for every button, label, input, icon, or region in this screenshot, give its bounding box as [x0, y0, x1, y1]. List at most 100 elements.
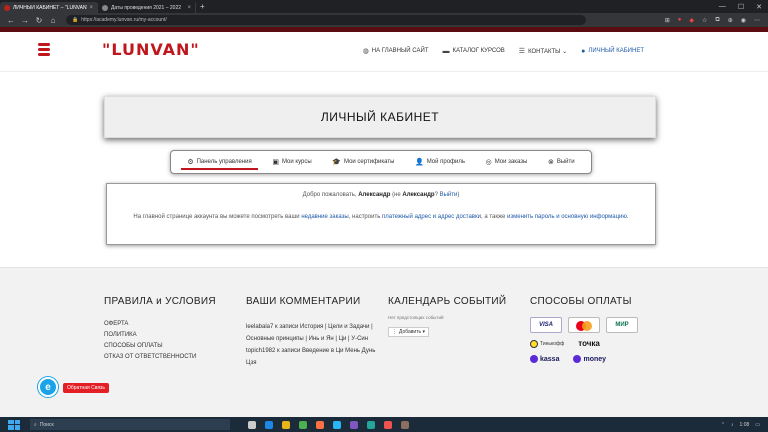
extension-icon[interactable]: ● — [678, 17, 682, 24]
tinkoff-logo: Тинькофф — [530, 339, 564, 348]
money-icon — [573, 355, 582, 363]
nav-contacts[interactable]: ☰ КОНТАКТЫ ⌄ — [519, 47, 567, 55]
tab-my-profile[interactable]: 👤 Мой профиль — [415, 151, 465, 173]
comment-item[interactable]: leelabala7 к записи История | Цели и Зад… — [246, 321, 376, 345]
close-icon[interactable]: × — [187, 5, 191, 11]
close-icon[interactable]: × — [89, 5, 93, 11]
footer-link-policy[interactable]: ПОЛИТИКА — [104, 332, 216, 338]
recent-orders-link[interactable]: недавние заказы — [301, 214, 348, 220]
calendar-add-button[interactable]: ⋮ Добавить ▾ — [388, 327, 429, 337]
taskbar-search[interactable]: ⌕ Поиск — [30, 419, 230, 430]
task-view-icon[interactable] — [248, 420, 256, 429]
home-icon[interactable]: ⌂ — [46, 16, 60, 25]
tab-my-certificates[interactable]: 🎓 Мои сертификаты — [332, 151, 394, 173]
tab-my-courses[interactable]: ▣ Мои курсы — [272, 151, 311, 173]
minimize-icon[interactable]: — — [719, 3, 726, 11]
new-tab-icon[interactable]: + — [200, 2, 205, 11]
extensions: ⊞ ● ◆ ☆ ⧉ ⊕ ◉ ⋯ — [665, 17, 764, 24]
app-icon[interactable] — [401, 420, 409, 429]
addresses-link[interactable]: платежный адрес и адрес доставки — [382, 214, 481, 220]
clock[interactable]: 1:08 — [740, 422, 750, 428]
monitor-icon: ▣ — [272, 159, 279, 166]
browser-toolbar: ← → ↻ ⌂ 🔒 https://academy.lunvan.ru/my-a… — [0, 13, 768, 27]
app-icon[interactable] — [350, 420, 358, 429]
footer-heading: ПРАВИЛА и УСЛОВИЯ — [104, 296, 216, 307]
nav-label: ЛИЧНЫЙ КАБИНЕТ — [588, 48, 644, 54]
app-icon[interactable] — [316, 420, 324, 429]
explorer-icon[interactable] — [282, 420, 290, 429]
forward-icon[interactable]: → — [18, 16, 32, 25]
nav-personal-account[interactable]: ● ЛИЧНЫЙ КАБИНЕТ — [581, 47, 644, 55]
footer-calendar: КАЛЕНДАРЬ СОБЫТИЙ Нет предстоящих событи… — [388, 296, 506, 338]
calendar-feed-icon: ⋮ — [392, 329, 397, 335]
tab-label: Мои сертификаты — [344, 159, 395, 165]
tab-label: Панель управления — [196, 159, 252, 165]
tab-label: Даты проведения 2021 – 2022 — [111, 4, 182, 11]
menu-icon[interactable]: ⋯ — [754, 17, 760, 24]
footer-heading: КАЛЕНДАРЬ СОБЫТИЙ — [388, 296, 507, 307]
mastercard-logo — [568, 317, 600, 333]
kassa-icon — [530, 355, 538, 363]
logout-link[interactable]: Выйти — [440, 192, 458, 198]
volume-icon[interactable]: ♪ — [731, 422, 734, 428]
tab-my-orders[interactable]: ◎ Мои заказы — [486, 151, 528, 173]
footer-link-offer[interactable]: ОФЕРТА — [104, 321, 216, 327]
page-favicon-icon — [102, 4, 108, 11]
close-window-icon[interactable]: ✕ — [756, 3, 762, 11]
maximize-icon[interactable]: ☐ — [738, 3, 744, 11]
payment-banks: Тинькофф точка — [530, 339, 638, 348]
edit-account-link[interactable]: изменить пароль и основную информацию — [507, 214, 627, 220]
hamburger-menu-icon[interactable] — [38, 43, 50, 59]
notifications-icon[interactable]: ▭ — [755, 422, 760, 428]
collections-icon[interactable]: ⧉ — [715, 17, 719, 24]
taskbar-apps — [248, 420, 409, 429]
list-icon: ☰ — [518, 48, 526, 55]
nav-main-site[interactable]: ◍ НА ГЛАВНЫЙ САЙТ — [363, 47, 429, 55]
browser-tab-bar: ЛИЧНЫЙ КАБИНЕТ – "LUNVAN" × Даты проведе… — [0, 0, 768, 13]
site-footer: ПРАВИЛА и УСЛОВИЯ ОФЕРТА ПОЛИТИКА СПОСОБ… — [0, 267, 768, 417]
comment-item[interactable]: topich1982 к записи Введение в Ци Мень Д… — [246, 345, 376, 369]
app-icon[interactable] — [367, 420, 375, 429]
windows-start-icon[interactable] — [8, 419, 20, 430]
app-icon[interactable] — [333, 420, 341, 429]
chrome-icon[interactable] — [299, 420, 307, 429]
gear-icon: ⚙ — [187, 159, 194, 166]
network-icon[interactable]: ⌃ — [721, 422, 725, 428]
reload-icon[interactable]: ↻ — [32, 16, 46, 25]
tab-label: Мой профиль — [426, 159, 465, 165]
nav-course-catalog[interactable]: ▬ КАТАЛОГ КУРСОВ — [442, 47, 504, 55]
lock-icon: 🔒 — [72, 17, 79, 23]
chat-widget-button[interactable]: e — [38, 377, 58, 397]
extension-icon[interactable]: ⊕ — [728, 17, 733, 24]
greeting-text: Добро пожаловать, Александр (не Александ… — [302, 192, 460, 198]
user-name: Александр — [358, 192, 391, 198]
folder-icon: ▬ — [442, 47, 450, 55]
user-icon: ● — [581, 47, 586, 55]
back-icon[interactable]: ← — [4, 16, 18, 25]
dashboard-content: Добро пожаловать, Александр (не Александ… — [106, 183, 656, 245]
tab-label: Мои курсы — [281, 159, 312, 165]
callback-button[interactable]: Обратная Связь — [63, 383, 109, 393]
footer-link-payment[interactable]: СПОСОБЫ ОПЛАТЫ — [104, 343, 216, 349]
address-bar[interactable]: 🔒 https://academy.lunvan.ru/my-account/ — [66, 15, 586, 25]
favorite-icon[interactable]: ☆ — [702, 17, 707, 24]
tinkoff-shield-icon — [530, 339, 538, 348]
extension-icon[interactable]: ◆ — [689, 17, 694, 24]
footer-comments: ВАШИ КОММЕНТАРИИ leelabala7 к записи Ист… — [246, 296, 376, 369]
tab-logout[interactable]: ⊗ Выйти — [548, 151, 575, 173]
reader-icon[interactable]: ⊞ — [665, 17, 670, 24]
footer-payments: СПОСОБЫ ОПЛАТЫ VISA МИР Тинькофф точка k… — [530, 296, 638, 363]
dashboard-description: На главной странице аккаунта вы можете п… — [133, 214, 629, 220]
edge-icon[interactable] — [265, 420, 273, 429]
kassa-logo: kassa — [530, 355, 559, 363]
nav-label: КАТАЛОГ КУРСОВ — [452, 48, 505, 54]
browser-tab[interactable]: Даты проведения 2021 – 2022 × — [98, 2, 196, 13]
tab-dashboard[interactable]: ⚙ Панель управления — [181, 151, 259, 173]
app-icon[interactable] — [384, 420, 392, 429]
footer-link-disclaimer[interactable]: ОТКАЗ ОТ ОТВЕТСТВЕННОСТИ — [104, 354, 216, 360]
graduation-cap-icon: 🎓 — [332, 159, 342, 166]
account-tabs: ⚙ Панель управления ▣ Мои курсы 🎓 Мои се… — [170, 150, 592, 174]
site-logo[interactable]: "LUNVAN" — [102, 40, 200, 59]
browser-tab-active[interactable]: ЛИЧНЫЙ КАБИНЕТ – "LUNVAN" × — [0, 2, 98, 13]
profile-icon[interactable]: ◉ — [741, 17, 746, 24]
